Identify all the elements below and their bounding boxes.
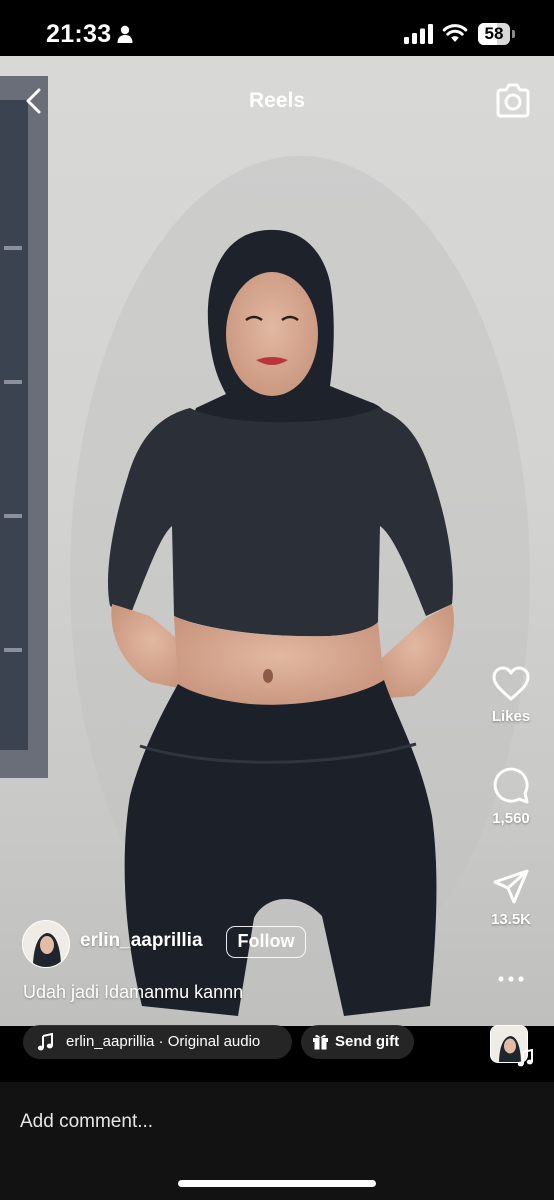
share-count: 13.5K — [490, 911, 532, 928]
battery-level: 58 — [484, 24, 504, 43]
avatar[interactable] — [22, 920, 70, 968]
comment-bubble-icon — [493, 767, 529, 804]
reels-screen: 21:33 58 Reels Likes 1,560 13.5K erlin_a… — [0, 0, 554, 1200]
home-indicator[interactable] — [178, 1180, 376, 1187]
send-gift-label: Send gift — [335, 1033, 400, 1050]
caption[interactable]: Udah jadi Idamanmu kannn — [23, 982, 243, 1003]
like-count: Likes — [491, 708, 531, 725]
send-gift-button[interactable]: Send gift — [301, 1025, 414, 1059]
battery-indicator: 58 — [478, 23, 516, 45]
cellular-signal-icon — [404, 24, 433, 44]
more-button[interactable] — [480, 974, 542, 984]
heart-icon — [492, 666, 530, 701]
comment-button[interactable]: 1,560 — [480, 766, 542, 827]
more-icon — [498, 976, 524, 982]
audio-label: erlin_aaprillia · Original audio — [66, 1033, 261, 1050]
follow-button[interactable]: Follow — [226, 926, 306, 958]
camera-icon[interactable] — [494, 83, 532, 119]
music-note-icon — [517, 1049, 533, 1067]
reel-video[interactable] — [0, 56, 554, 1026]
page-title: Reels — [248, 89, 306, 112]
gift-icon — [313, 1035, 328, 1050]
paper-plane-icon — [493, 869, 529, 904]
comment-count: 1,560 — [492, 810, 530, 827]
audio-pill[interactable]: erlin_aaprillia · Original audio — [23, 1025, 292, 1059]
status-time: 21:33 — [46, 20, 112, 48]
person-icon — [117, 25, 133, 43]
status-bar: 21:33 58 — [0, 0, 554, 56]
share-button[interactable]: 13.5K — [480, 869, 542, 928]
comment-input[interactable]: Add comment... — [20, 1111, 153, 1133]
music-note-icon — [37, 1033, 53, 1051]
video-subject — [70, 156, 530, 1016]
wifi-icon — [442, 24, 468, 42]
like-button[interactable]: Likes — [480, 666, 542, 725]
username[interactable]: erlin_aaprillia — [80, 930, 203, 952]
